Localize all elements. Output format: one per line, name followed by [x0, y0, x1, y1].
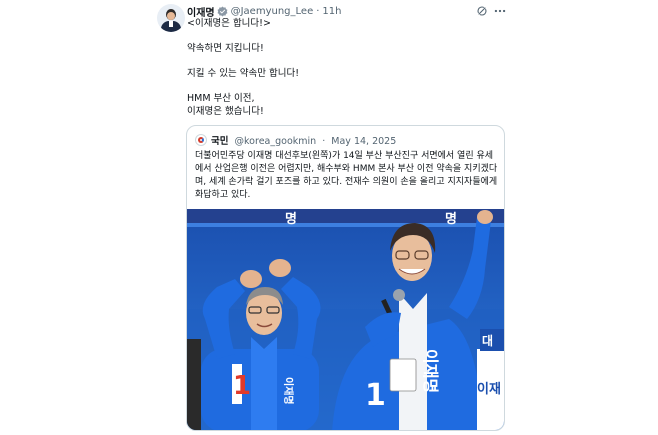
- more-options-icon[interactable]: [493, 5, 507, 17]
- post-text-line: <이재명은 합니다!>: [187, 18, 271, 29]
- author-name[interactable]: 이재명: [187, 4, 215, 19]
- quote-author-handle[interactable]: @korea_gookmin: [235, 136, 317, 147]
- quote-author-name[interactable]: 국민: [211, 136, 228, 147]
- vest-number-right: 1: [365, 378, 386, 413]
- campaign-photo[interactable]: 명 명 1 이재명 1 이재명 대 이재: [187, 209, 504, 430]
- grok-icon[interactable]: [476, 5, 488, 17]
- quote-date[interactable]: May 14, 2025: [331, 136, 396, 147]
- quoted-tweet[interactable]: 국민 @korea_gookmin · May 14, 2025 더불어민주당 …: [186, 125, 505, 431]
- banner-text-left: 명: [285, 211, 297, 227]
- banner-text-right: 명: [445, 211, 457, 227]
- sign-text: 이재: [477, 381, 501, 397]
- post-text-line: 약속하면 지킵니다!: [187, 43, 264, 54]
- separator-dot: ·: [322, 136, 326, 147]
- campaign-photo-illustration: 명 명 1 이재명 1 이재명 대 이재: [187, 209, 504, 430]
- vest-number-left: 1: [233, 371, 251, 401]
- author-avatar[interactable]: [157, 4, 185, 32]
- sign-text-top: 대: [482, 334, 493, 348]
- quote-header: 국민 @korea_gookmin · May 14, 2025: [211, 133, 396, 147]
- vest-name-right: 이재명: [421, 349, 440, 393]
- vest-name-left: 이재명: [282, 377, 295, 405]
- post-text-line: HMM 부산 이전,: [187, 93, 255, 104]
- verified-badge-icon: [217, 6, 228, 16]
- tweet-header: 이재명 @Jaemyung_Lee · 11h: [187, 4, 341, 19]
- separator-dot: ·: [316, 5, 320, 17]
- quote-author-avatar[interactable]: [195, 134, 207, 146]
- author-handle[interactable]: @Jaemyung_Lee: [231, 6, 314, 17]
- post-text-line: 지킬 수 있는 약속만 합니다!: [187, 68, 300, 79]
- post-text-line: 이재명은 했습니다!: [187, 106, 264, 117]
- tweet[interactable]: 이재명 @Jaemyung_Lee · 11h <이재명은 합니다!> 약속하면…: [0, 0, 658, 435]
- post-time[interactable]: 11h: [322, 6, 341, 17]
- quote-text: 더불어민주당 이재명 대선후보(왼쪽)가 14일 부산 부산진구 서면에서 열린…: [195, 151, 498, 200]
